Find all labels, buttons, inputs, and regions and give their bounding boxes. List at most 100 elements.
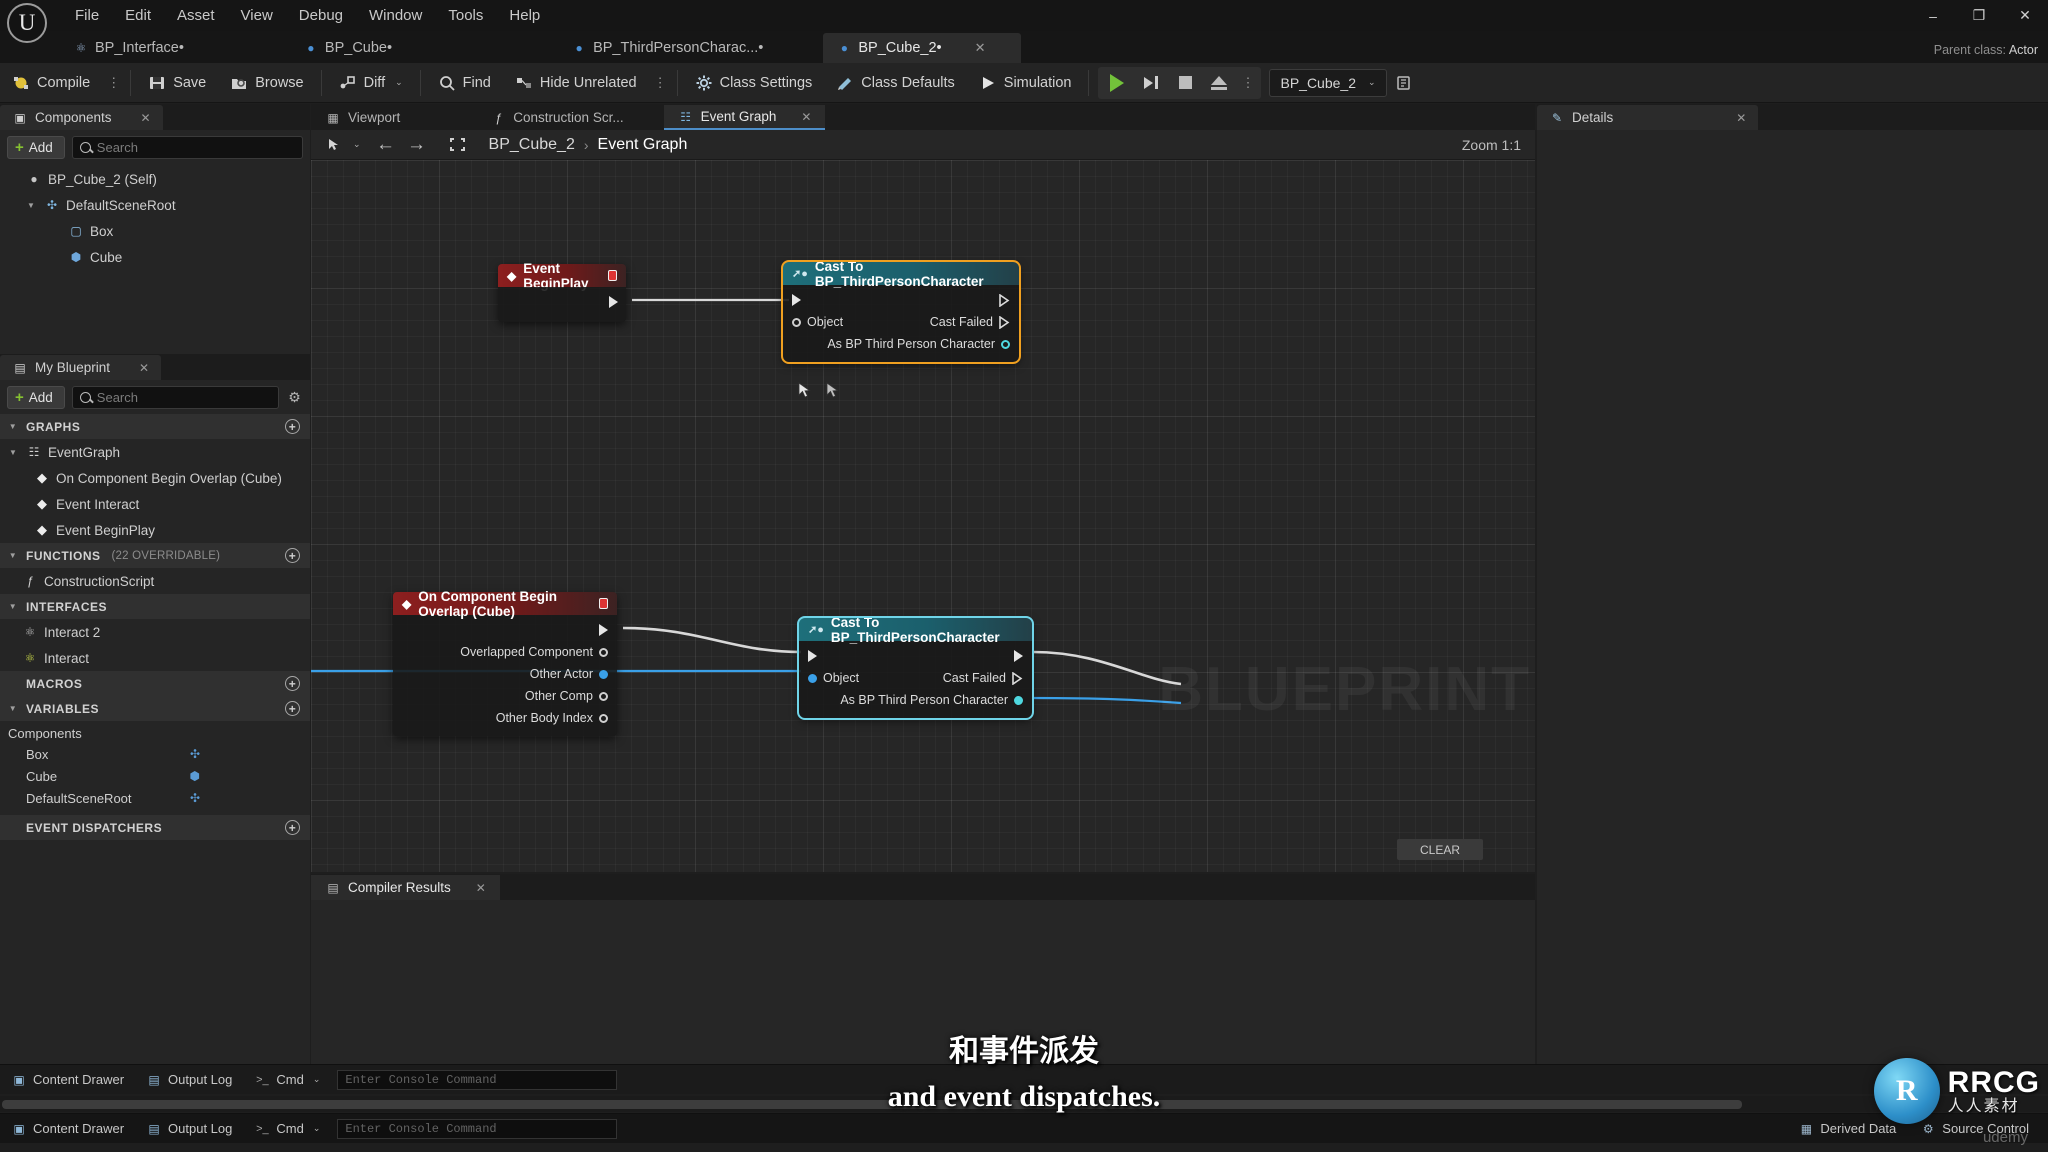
menu-help[interactable]: Help	[496, 4, 553, 28]
save-button[interactable]: Save	[136, 66, 218, 100]
horizontal-scrollbar-track[interactable]	[0, 1096, 2048, 1112]
section-event-dispatchers[interactable]: EVENT DISPATCHERS +	[0, 815, 310, 840]
class-defaults-button[interactable]: Class Defaults	[824, 66, 966, 100]
twisty-icon[interactable]: ▼	[6, 602, 20, 611]
tab-construction-script[interactable]: ƒ Construction Scr...	[476, 105, 637, 130]
component-row-box[interactable]: ▢ Box	[0, 218, 310, 244]
variable-row-box[interactable]: Box ✣	[0, 743, 310, 765]
add-variable-button[interactable]: +	[285, 701, 300, 716]
blueprint-mode-combo[interactable]: BP_Cube_2 ⌄	[1269, 68, 1387, 97]
step-button[interactable]	[1134, 68, 1168, 98]
graph-row-event-beginplay[interactable]: ◆ Event BeginPlay	[0, 517, 310, 543]
add-event-dispatcher-button[interactable]: +	[285, 820, 300, 835]
asset-tab-bp-thirdpersoncharacter[interactable]: ● BP_ThirdPersonCharac...•	[558, 33, 779, 63]
twisty-icon[interactable]: ▼	[6, 422, 20, 431]
as-bp-thirdpersoncharacter-output-pin[interactable]	[1001, 339, 1010, 349]
node-header[interactable]: ➚● Cast To BP_ThirdPersonCharacter	[783, 259, 1019, 289]
breadcrumb-leaf[interactable]: Event Graph	[598, 136, 688, 154]
node-delegate-pin[interactable]	[608, 270, 617, 281]
variable-row-defaultsceneroot[interactable]: DefaultSceneRoot ✣	[0, 787, 310, 809]
node-header[interactable]: ◆ On Component Begin Overlap (Cube)	[393, 589, 617, 619]
menu-asset[interactable]: Asset	[164, 4, 228, 28]
parent-class-value[interactable]: Actor	[2009, 43, 2038, 57]
other-body-index-output-pin[interactable]	[599, 713, 608, 723]
components-search-input[interactable]: Search	[71, 135, 303, 159]
exec-output-pin[interactable]	[609, 296, 618, 308]
menu-debug[interactable]: Debug	[286, 4, 356, 28]
asset-tab-bp-cube[interactable]: ● BP_Cube•	[290, 33, 408, 63]
asset-tab-bp-interface[interactable]: ⚛ BP_Interface•	[60, 33, 200, 63]
twisty-icon[interactable]: ▼	[24, 201, 38, 210]
twisty-icon[interactable]: ▼	[6, 704, 20, 713]
section-functions[interactable]: ▼ FUNCTIONS (22 OVERRIDABLE) +	[0, 543, 310, 568]
compile-options-button[interactable]: ⋮	[102, 75, 125, 91]
console-command-input[interactable]: Enter Console Command	[337, 1069, 618, 1090]
exec-output-pin[interactable]	[1014, 650, 1023, 662]
interface-row-interact[interactable]: ⚛ Interact	[0, 645, 310, 671]
component-row-self[interactable]: ● BP_Cube_2 (Self)	[0, 166, 310, 192]
compile-button[interactable]: Compile	[0, 66, 102, 100]
object-input-pin[interactable]	[792, 317, 801, 327]
play-button[interactable]	[1100, 68, 1134, 98]
component-row-defaultsceneroot[interactable]: ▼ ✣ DefaultSceneRoot	[0, 192, 310, 218]
browse-button[interactable]: Browse	[218, 66, 315, 100]
exec-input-pin[interactable]	[808, 650, 817, 662]
maximize-button[interactable]: ❐	[1956, 0, 2002, 31]
simulation-button[interactable]: Simulation	[967, 66, 1084, 100]
content-drawer-button[interactable]: ▣ Content Drawer	[0, 1116, 135, 1142]
menu-tools[interactable]: Tools	[435, 4, 496, 28]
other-actor-output-pin[interactable]	[599, 669, 608, 679]
close-icon[interactable]: ✕	[139, 361, 149, 375]
node-delegate-pin[interactable]	[599, 598, 608, 609]
close-icon[interactable]: ✕	[1736, 111, 1746, 125]
myblueprint-search-input[interactable]: Search	[71, 385, 279, 409]
components-add-button[interactable]: + Add	[7, 135, 65, 159]
horizontal-scrollbar-thumb[interactable]	[2, 1100, 1742, 1109]
myblueprint-settings-gear-icon[interactable]: ⚙	[286, 389, 303, 406]
play-options-button[interactable]: ⋮	[1236, 75, 1259, 91]
graph-row-eventgraph[interactable]: ▼ ☷ EventGraph	[0, 439, 310, 465]
overlapped-component-output-pin[interactable]	[599, 647, 608, 657]
tab-my-blueprint[interactable]: ▤ My Blueprint ✕	[0, 355, 162, 380]
tab-compiler-results[interactable]: ▤ Compiler Results ✕	[311, 875, 500, 900]
class-settings-button[interactable]: Class Settings	[683, 66, 825, 100]
find-button[interactable]: Find	[426, 66, 503, 100]
close-icon[interactable]: ✕	[476, 881, 486, 895]
blueprint-debug-filter-button[interactable]	[1387, 66, 1421, 100]
other-comp-output-pin[interactable]	[599, 691, 608, 701]
tab-event-graph[interactable]: ☷ Event Graph ✕	[663, 105, 826, 130]
tab-components[interactable]: ▣ Components ✕	[0, 105, 163, 130]
navigate-back-button[interactable]: ←	[372, 133, 400, 157]
node-header[interactable]: ➚● Cast To BP_ThirdPersonCharacter	[799, 615, 1032, 645]
section-variables[interactable]: ▼ VARIABLES +	[0, 696, 310, 721]
graph-row-on-component-begin-overlap[interactable]: ◆ On Component Begin Overlap (Cube)	[0, 465, 310, 491]
twisty-icon[interactable]: ▼	[6, 448, 20, 457]
node-event-beginplay[interactable]: ◆ Event BeginPlay	[498, 261, 626, 322]
close-icon[interactable]: ✕	[801, 110, 811, 124]
output-log-button[interactable]: ▤ Output Log	[135, 1116, 243, 1142]
menu-edit[interactable]: Edit	[112, 4, 164, 28]
stop-button[interactable]	[1168, 68, 1202, 98]
chevron-down-icon[interactable]: ⌄	[353, 139, 361, 150]
interface-row-interact-2[interactable]: ⚛ Interact 2	[0, 619, 310, 645]
twisty-icon[interactable]: ▼	[6, 551, 20, 560]
node-header[interactable]: ◆ Event BeginPlay	[498, 261, 626, 291]
pointer-tool-button[interactable]	[319, 133, 347, 157]
cmd-button[interactable]: >_ Cmd ⌄	[243, 1067, 331, 1093]
hide-unrelated-options-button[interactable]: ⋮	[649, 75, 672, 91]
clear-button[interactable]: CLEAR	[1397, 839, 1483, 860]
blueprint-canvas[interactable]: BLUEPRINT ◆ Event BeginPlay ➚● Cast To B…	[311, 160, 1535, 872]
variable-row-cube[interactable]: Cube ⬢	[0, 765, 310, 787]
node-cast-to-bp-thirdpersoncharacter-2[interactable]: ➚● Cast To BP_ThirdPersonCharacter Objec…	[797, 615, 1034, 720]
menu-view[interactable]: View	[228, 4, 286, 28]
exec-output-pin[interactable]	[999, 315, 1010, 329]
frame-selection-button[interactable]	[444, 133, 472, 157]
function-row-constructionscript[interactable]: ƒ ConstructionScript	[0, 568, 310, 594]
add-macro-button[interactable]: +	[285, 676, 300, 691]
cmd-button[interactable]: >_ Cmd ⌄	[243, 1116, 331, 1142]
asset-tab-bp-cube-2[interactable]: ● BP_Cube_2• ✕	[823, 33, 1022, 63]
tab-viewport[interactable]: ▦ Viewport	[311, 105, 414, 130]
graph-row-event-interact[interactable]: ◆ Event Interact	[0, 491, 310, 517]
eject-button[interactable]	[1202, 68, 1236, 98]
exec-output-pin[interactable]	[999, 293, 1010, 307]
